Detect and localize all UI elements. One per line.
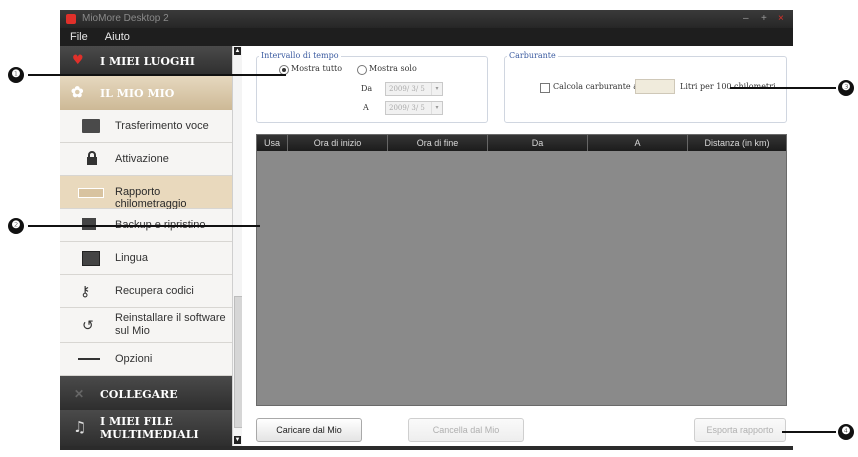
sidebar-item-label: Trasferimento voce (115, 120, 209, 132)
chevron-down-icon: ▾ (431, 83, 442, 95)
callout-2: ❷ (8, 218, 24, 234)
from-date-value: 2009/ 3/ 5 (389, 85, 425, 93)
sidebar-item-label: Recupera codici (115, 285, 194, 297)
export-report-button[interactable]: Esporta rapporto (694, 418, 786, 442)
section-label: I MIEI FILE MULTIMEDIALI (100, 415, 199, 441)
language-icon (82, 251, 100, 266)
show-only-label: Mostra solo (369, 64, 417, 73)
app-logo-icon (66, 14, 76, 24)
section-my-mio[interactable]: ✿ IL MIO MIO (60, 76, 232, 110)
label-line: Reinstallare il software (115, 312, 226, 324)
callout-1-line (28, 74, 286, 76)
sidebar-scrollbar[interactable]: ▲ ▼ (232, 46, 243, 446)
from-date-picker[interactable]: 2009/ 3/ 5 ▾ (385, 82, 443, 96)
section-connect[interactable]: ✕ COLLEGARE (60, 376, 232, 410)
fuel-checkbox[interactable] (540, 83, 550, 93)
callout-3-line (730, 87, 836, 89)
options-icon (78, 358, 100, 360)
callout-2-line (28, 225, 260, 227)
minimize-button[interactable]: – (743, 10, 749, 28)
column-from[interactable]: Da (488, 135, 588, 151)
callout-4-line (782, 431, 836, 433)
sidebar-item-label: Lingua (115, 252, 149, 264)
chevron-down-icon: ▾ (431, 102, 442, 114)
fuel-group: Carburante Calcola carburante a Litri pe… (504, 51, 787, 123)
sidebar-item-reinstall[interactable]: ↺ Reinstallare il software sul Mio (60, 308, 232, 343)
window-title: MioMore Desktop 2 (82, 13, 169, 24)
sidebar-item-options[interactable]: Opzioni (60, 343, 232, 376)
title-bar: MioMore Desktop 2 – + × (60, 10, 793, 28)
load-from-mio-button[interactable]: Caricare dal Mio (256, 418, 362, 442)
connect-icon: ✕ (74, 387, 85, 401)
to-label: A (363, 103, 369, 112)
callout-1: ❶ (8, 67, 24, 83)
from-label: Da (361, 84, 373, 93)
column-use[interactable]: Usa (257, 135, 288, 151)
backup-icon (82, 218, 96, 230)
key-icon: ⚷ (80, 283, 91, 299)
column-to[interactable]: A (588, 135, 688, 151)
section-my-places[interactable]: ♥ I MIEI LUOGHI (60, 46, 232, 76)
column-start-time[interactable]: Ora di inizio (288, 135, 388, 151)
gear-icon: ✿ (71, 83, 84, 101)
scroll-down-icon[interactable]: ▼ (234, 436, 241, 444)
sidebar-item-voice-transfer[interactable]: Trasferimento voce (60, 110, 232, 143)
sidebar-item-recover-codes[interactable]: ⚷ Recupera codici (60, 275, 232, 308)
show-only-radio[interactable] (357, 65, 367, 75)
maximize-button[interactable]: + (761, 10, 767, 28)
sidebar-item-label: Rapporto chilometraggio (115, 186, 187, 210)
close-button[interactable]: × (778, 10, 784, 28)
section-my-media[interactable]: ♫ I MIEI FILE MULTIMEDIALI (60, 410, 232, 446)
show-all-label: Mostra tutto (291, 64, 343, 73)
sidebar-item-label: Attivazione (115, 153, 169, 165)
sidebar: ♥ I MIEI LUOGHI ✿ IL MIO MIO Trasferimen… (60, 46, 232, 446)
sidebar-item-language[interactable]: Lingua (60, 242, 232, 275)
sidebar-item-activation[interactable]: Attivazione (60, 143, 232, 176)
music-icon: ♫ (73, 418, 87, 436)
to-date-value: 2009/ 3/ 5 (389, 104, 425, 112)
mileage-table: Usa Ora di inizio Ora di fine Da A Dista… (256, 134, 787, 406)
app-window: MioMore Desktop 2 – + × File Aiuto ♥ I M… (60, 10, 793, 450)
callout-3: ❸ (838, 80, 854, 96)
sidebar-item-mileage-report[interactable]: Rapporto chilometraggio (60, 176, 232, 210)
to-date-picker[interactable]: 2009/ 3/ 5 ▾ (385, 101, 443, 115)
section-label: COLLEGARE (100, 388, 178, 401)
menu-bar: File Aiuto (60, 28, 793, 46)
heart-icon: ♥ (72, 53, 84, 68)
fuel-checkbox-label: Calcola carburante a (553, 82, 638, 91)
lock-icon (87, 151, 97, 165)
menu-help[interactable]: Aiuto (105, 31, 130, 43)
fuel-value-input[interactable] (635, 79, 675, 94)
voice-transfer-icon (82, 119, 100, 133)
column-end-time[interactable]: Ora di fine (388, 135, 488, 151)
delete-from-mio-button[interactable]: Cancella dal Mio (408, 418, 524, 442)
table-header: Usa Ora di inizio Ora di fine Da A Dista… (257, 135, 786, 151)
sidebar-item-label: Reinstallare il software sul Mio (115, 312, 226, 338)
scroll-up-icon[interactable]: ▲ (234, 47, 241, 55)
radio-dot (282, 68, 286, 72)
odometer-icon (78, 188, 104, 198)
callout-4: ❹ (838, 424, 854, 440)
label-line: sul Mio (115, 325, 150, 337)
label-line: MULTIMEDIALI (100, 428, 199, 441)
section-label: IL MIO MIO (100, 87, 175, 100)
time-interval-legend: Intervallo di tempo (259, 51, 341, 60)
main-panel: Intervallo di tempo Mostra tutto Mostra … (242, 46, 793, 446)
menu-file[interactable]: File (70, 31, 88, 43)
fuel-legend: Carburante (507, 51, 558, 60)
reinstall-icon: ↺ (82, 317, 94, 333)
time-interval-group: Intervallo di tempo Mostra tutto Mostra … (256, 51, 488, 123)
sidebar-item-label: Opzioni (115, 353, 153, 365)
column-distance[interactable]: Distanza (in km) (688, 135, 786, 151)
section-label: I MIEI LUOGHI (100, 55, 195, 68)
label-line: I MIEI FILE (100, 415, 173, 428)
